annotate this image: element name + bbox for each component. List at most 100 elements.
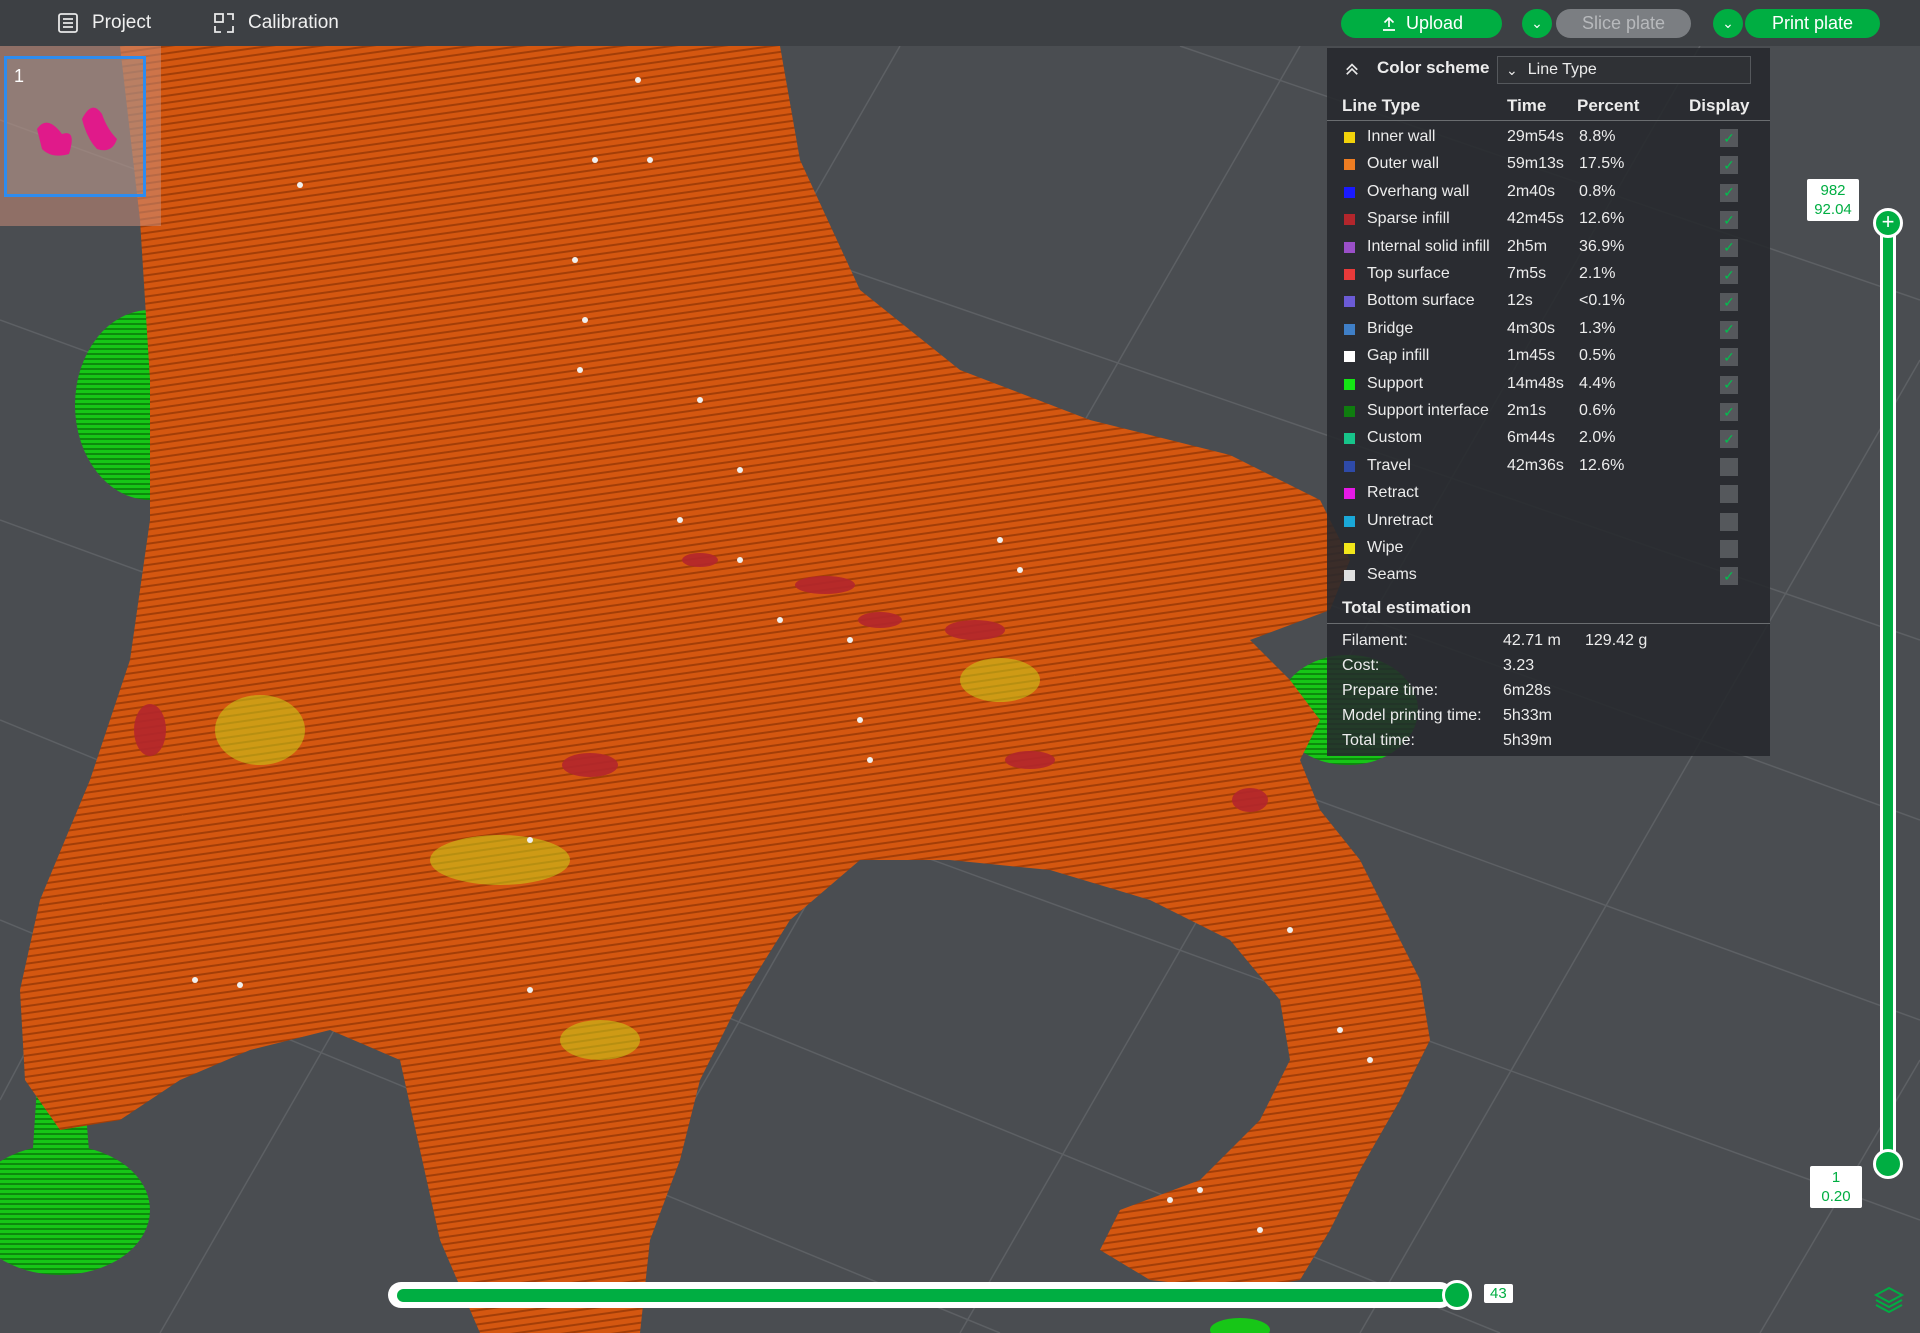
- line-type-percent: 4.4%: [1579, 374, 1616, 392]
- upload-icon: [1382, 16, 1395, 31]
- display-checkbox[interactable]: ✓: [1720, 348, 1738, 367]
- line-type-time: 4m30s: [1507, 319, 1556, 337]
- project-label: Project: [92, 12, 152, 33]
- line-type-time: 59m13s: [1507, 155, 1564, 173]
- line-type-name: Top surface: [1367, 265, 1450, 282]
- plate-number: 1: [14, 66, 25, 86]
- bottom-layer-number: 1: [1831, 1169, 1841, 1186]
- line-type-percent: 0.5%: [1579, 347, 1616, 365]
- check-icon: ✓: [1723, 156, 1735, 173]
- check-icon: ✓: [1723, 293, 1735, 310]
- legend-row: Bottom surface 12s <0.1% ✓: [1327, 288, 1770, 315]
- line-color-swatch: [1344, 515, 1355, 527]
- line-type-percent: 1.3%: [1579, 319, 1616, 337]
- line-color-swatch: [1344, 351, 1355, 363]
- legend-row: Custom 6m44s 2.0% ✓: [1327, 425, 1770, 452]
- legend-column-headers: Line Type Time Percent Display: [1327, 90, 1770, 121]
- check-icon: ✓: [1723, 430, 1735, 447]
- line-type-name: Wipe: [1367, 539, 1404, 556]
- line-type-name: Internal solid infill: [1367, 237, 1490, 255]
- legend-row: Internal solid infill 2h5m 36.9% ✓: [1327, 234, 1770, 261]
- header-time: Time: [1507, 96, 1547, 115]
- slice-plate-label: Slice plate: [1581, 13, 1666, 33]
- display-checkbox[interactable]: ✓: [1720, 430, 1738, 449]
- display-checkbox[interactable]: ✓: [1720, 375, 1738, 394]
- estimation-value: 6m28s: [1503, 682, 1552, 699]
- calibration-label: Calibration: [248, 12, 339, 33]
- line-type-time: 12s: [1507, 292, 1533, 310]
- line-type-percent: 0.6%: [1579, 402, 1616, 419]
- display-checkbox[interactable]: ✓: [1720, 238, 1738, 257]
- legend-row: Outer wall 59m13s 17.5% ✓: [1327, 151, 1770, 178]
- plate-thumbnail[interactable]: [4, 56, 146, 197]
- legend-row: Sparse infill 42m45s 12.6% ✓: [1327, 206, 1770, 233]
- estimation-label: Model printing time:: [1342, 707, 1482, 724]
- bottom-layer-height: 0.20: [1821, 1188, 1851, 1205]
- color-scheme-legend: Color scheme ⌄ Line Type Line Type Time …: [1327, 48, 1770, 756]
- line-color-swatch: [1344, 241, 1355, 253]
- line-type-name: Bottom surface: [1367, 292, 1475, 310]
- line-color-swatch: [1344, 296, 1355, 308]
- line-type-time: 1m45s: [1507, 347, 1556, 365]
- legend-row: Top surface 7m5s 2.1% ✓: [1327, 261, 1770, 288]
- line-type-time: 2m40s: [1507, 182, 1556, 200]
- display-checkbox[interactable]: ✓: [1720, 211, 1738, 230]
- display-checkbox[interactable]: ✓: [1720, 156, 1738, 175]
- check-icon: ✓: [1723, 184, 1735, 201]
- display-checkbox[interactable]: ✓: [1720, 567, 1738, 586]
- legend-row: Wipe: [1327, 535, 1770, 562]
- check-icon: ✓: [1723, 376, 1735, 393]
- layer-range-slider[interactable]: [1880, 215, 1896, 1165]
- estimation-label: Filament:: [1342, 632, 1408, 649]
- plus-icon: +: [1881, 209, 1895, 234]
- print-plate-button[interactable]: Print plate: [1745, 9, 1880, 38]
- project-tab[interactable]: Project: [56, 0, 151, 46]
- collapse-icon[interactable]: [1343, 60, 1361, 78]
- bottom-layer-handle[interactable]: [1873, 1149, 1903, 1179]
- line-type-name: Inner wall: [1367, 128, 1436, 145]
- line-type-time: 29m54s: [1507, 128, 1564, 145]
- display-checkbox[interactable]: ✓: [1720, 293, 1738, 312]
- plate-thumbnail-panel: 1: [0, 46, 161, 226]
- divider: [1327, 623, 1770, 624]
- display-checkbox[interactable]: ✓: [1720, 183, 1738, 202]
- display-checkbox[interactable]: [1720, 485, 1738, 504]
- estimation-value-secondary: 129.42 g: [1585, 632, 1648, 649]
- legend-row: Bridge 4m30s 1.3% ✓: [1327, 316, 1770, 343]
- display-checkbox[interactable]: ✓: [1720, 320, 1738, 339]
- slice-dropdown-button[interactable]: ⌄: [1522, 9, 1552, 38]
- project-icon: [58, 13, 78, 33]
- display-checkbox[interactable]: ✓: [1720, 129, 1738, 147]
- display-checkbox[interactable]: [1720, 457, 1738, 476]
- check-icon: ✓: [1723, 239, 1735, 256]
- calibration-tab[interactable]: Calibration: [212, 0, 339, 46]
- check-icon: ✓: [1723, 321, 1735, 338]
- display-checkbox[interactable]: [1720, 512, 1738, 531]
- layers-icon[interactable]: [1873, 1284, 1905, 1316]
- line-color-swatch: [1344, 214, 1355, 226]
- line-type-percent: 8.8%: [1579, 128, 1616, 145]
- legend-row: Retract: [1327, 480, 1770, 507]
- color-scheme-select[interactable]: ⌄ Line Type: [1497, 56, 1751, 84]
- display-checkbox[interactable]: [1720, 540, 1738, 558]
- print-dropdown-button[interactable]: ⌄: [1713, 9, 1743, 38]
- top-toolbar: Project Calibration Upload ⌄ Slice plate…: [0, 0, 1920, 46]
- legend-row: Seams ✓: [1327, 562, 1770, 589]
- legend-row: Unretract: [1327, 508, 1770, 535]
- line-type-time: 6m44s: [1507, 429, 1556, 447]
- total-estimation-title: Total estimation: [1342, 598, 1472, 617]
- line-type-name: Custom: [1367, 429, 1423, 447]
- display-checkbox[interactable]: ✓: [1720, 403, 1738, 421]
- estimation-value: 3.23: [1503, 657, 1535, 674]
- display-checkbox[interactable]: ✓: [1720, 266, 1738, 284]
- upload-button[interactable]: Upload: [1341, 9, 1502, 38]
- line-type-name: Support interface: [1367, 402, 1489, 419]
- chevron-down-icon: ⌄: [1506, 61, 1518, 78]
- line-type-time: 42m36s: [1507, 456, 1564, 474]
- line-color-swatch: [1344, 186, 1355, 198]
- line-type-name: Gap infill: [1367, 347, 1430, 365]
- header-percent: Percent: [1577, 96, 1640, 115]
- top-layer-handle[interactable]: +: [1873, 208, 1903, 238]
- slice-plate-button[interactable]: Slice plate: [1556, 9, 1691, 38]
- move-slider-handle[interactable]: [1442, 1280, 1472, 1310]
